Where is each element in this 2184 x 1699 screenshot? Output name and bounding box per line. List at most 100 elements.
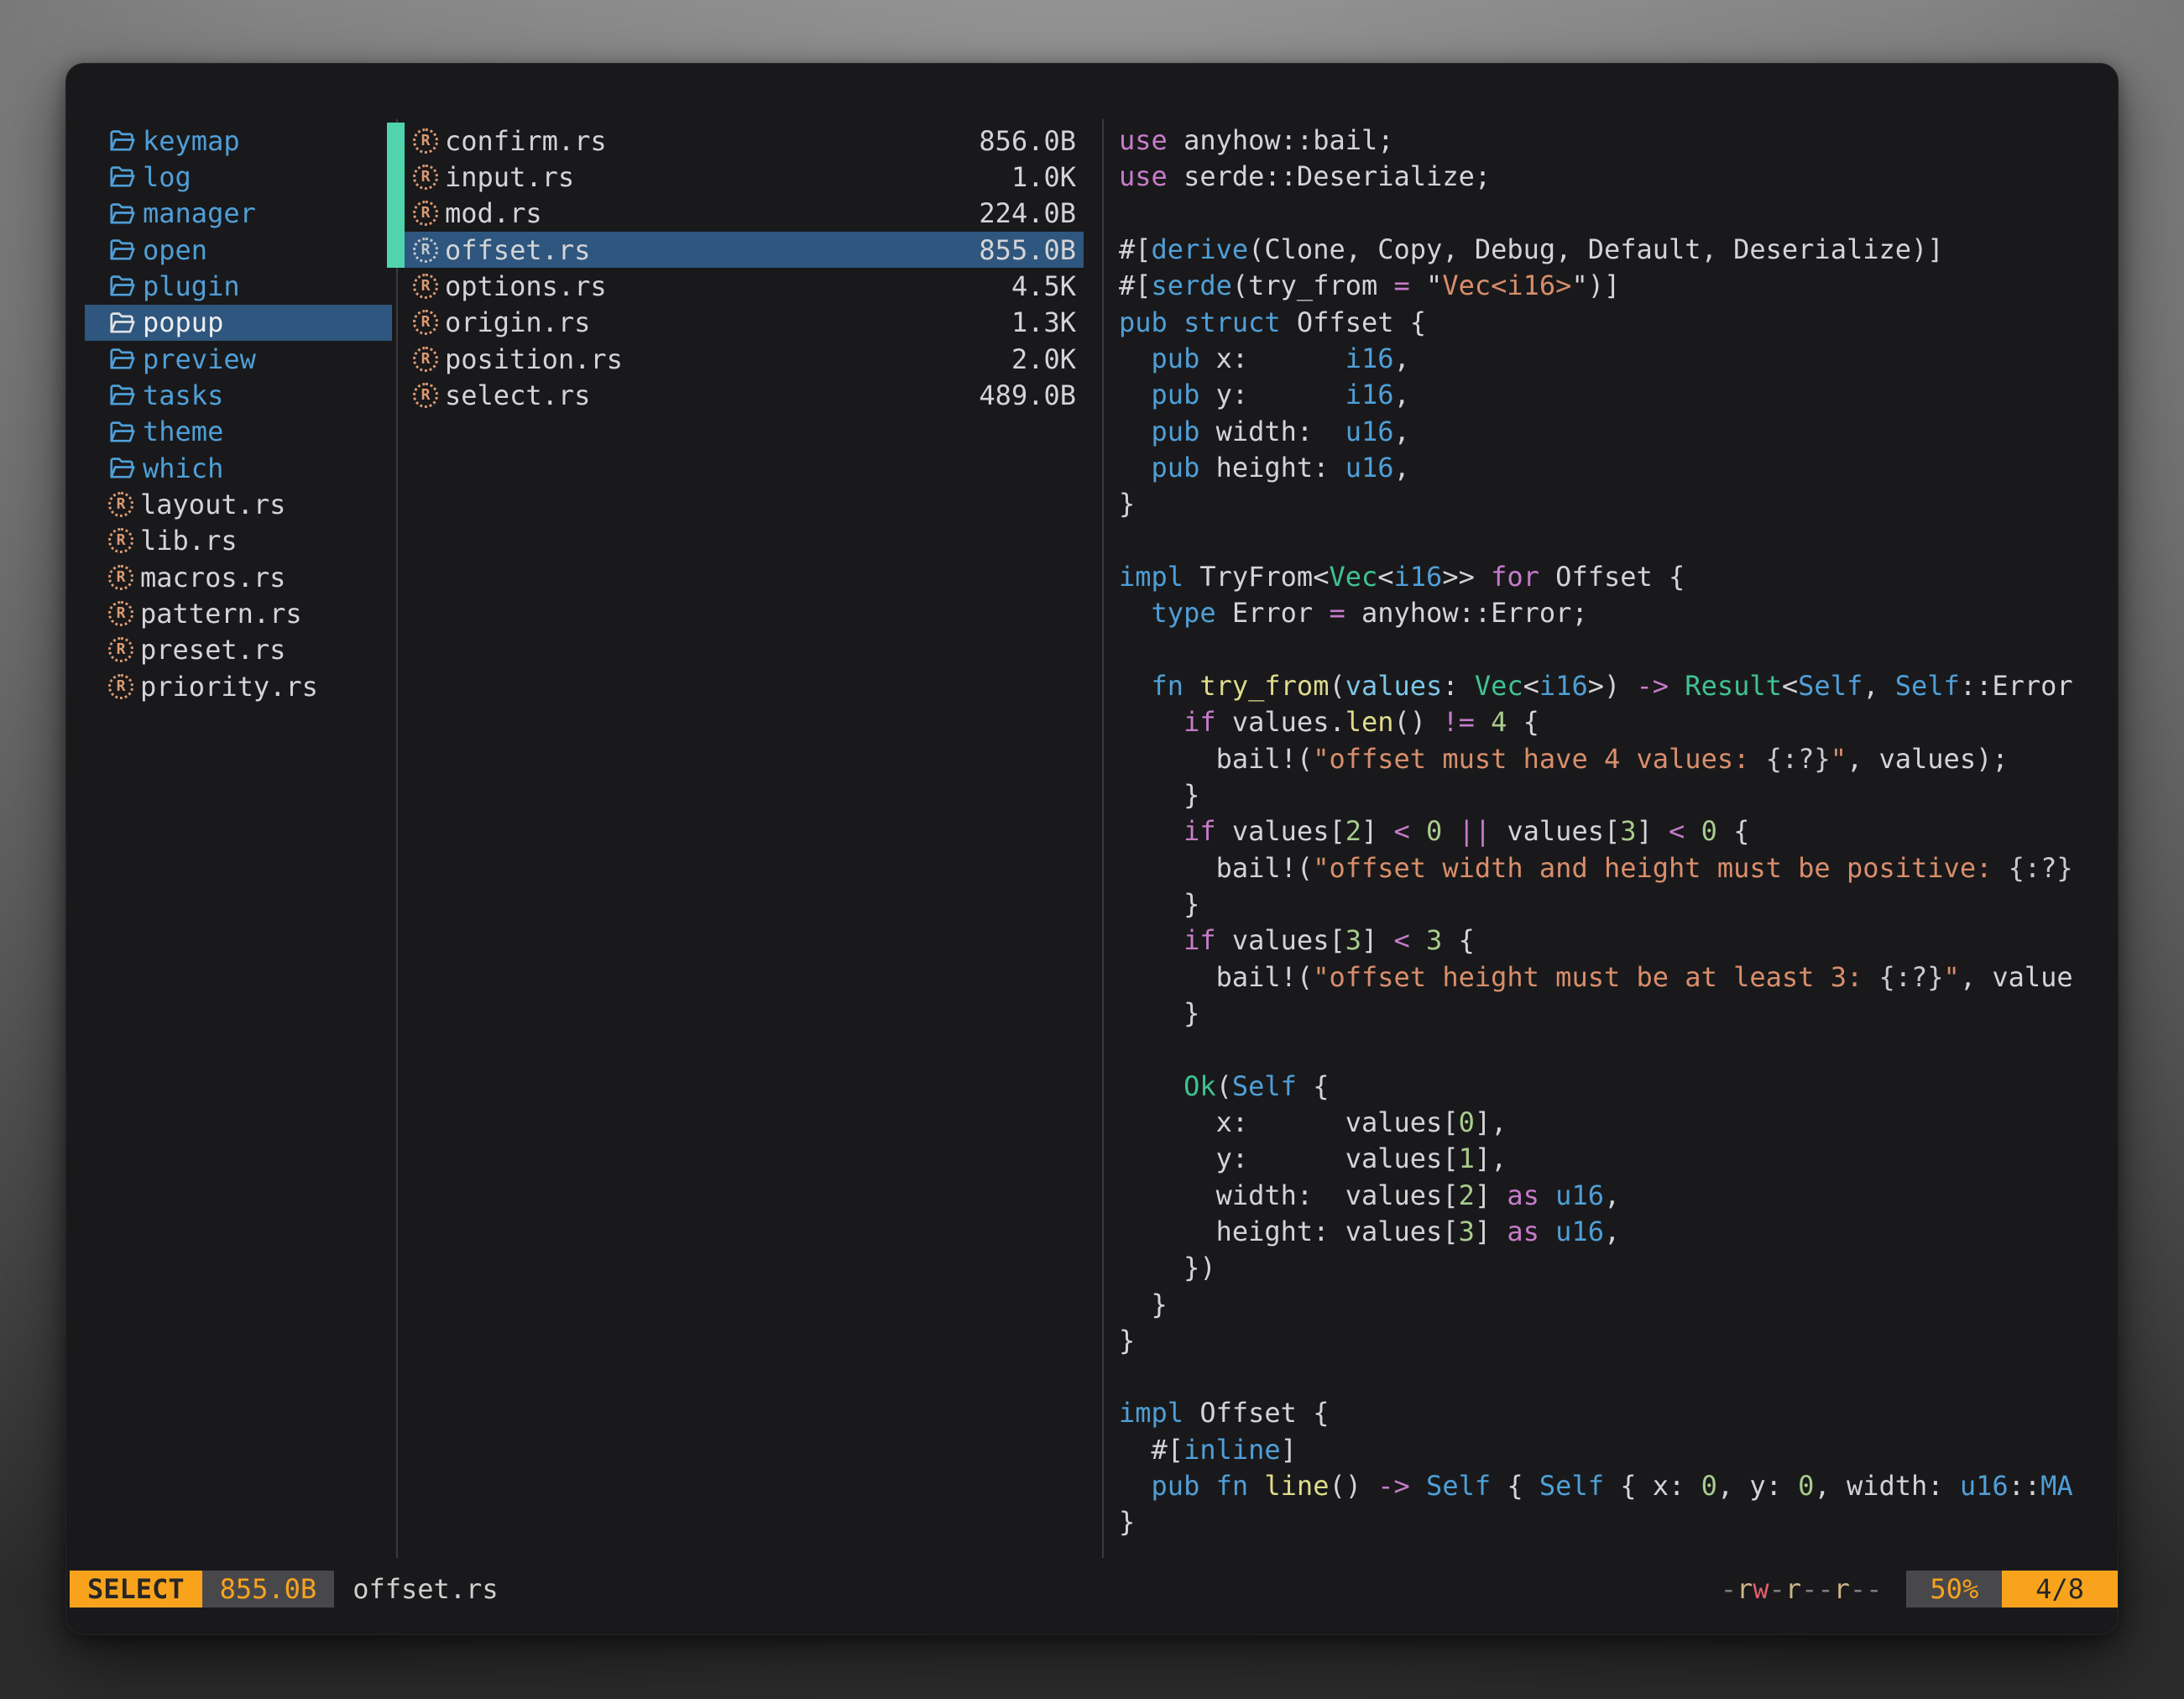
status-filename: offset.rs bbox=[353, 1571, 498, 1608]
file-row-offset-rs[interactable]: Roffset.rs855.0B bbox=[405, 232, 1084, 268]
sidebar-item-label: theme bbox=[143, 416, 223, 447]
file-size: 2.0K bbox=[1011, 343, 1076, 375]
sidebar-item-label: pattern.rs bbox=[140, 598, 302, 630]
sidebar-item-lib-rs[interactable]: Rlib.rs bbox=[85, 523, 392, 559]
code-line bbox=[1119, 523, 2114, 559]
sidebar-item-tasks[interactable]: tasks bbox=[85, 377, 392, 413]
sidebar-item-label: tasks bbox=[143, 379, 223, 411]
sidebar-item-label: which bbox=[143, 452, 223, 484]
file-name: position.rs bbox=[445, 343, 623, 375]
rust-file-icon: R bbox=[413, 165, 438, 190]
code-line: bail!("offset height must be at least 3:… bbox=[1119, 959, 2114, 996]
sidebar-item-label: plugin bbox=[143, 270, 240, 302]
rust-file-icon: R bbox=[413, 201, 438, 226]
file-size: 1.3K bbox=[1011, 306, 1076, 338]
file-name: input.rs bbox=[445, 161, 574, 193]
sidebar-item-label: preview bbox=[143, 343, 256, 375]
folder-icon bbox=[108, 273, 137, 299]
rust-file-icon: R bbox=[108, 601, 133, 626]
sidebar-item-label: layout.rs bbox=[140, 489, 285, 520]
sidebar-item-log[interactable]: log bbox=[85, 159, 392, 195]
file-row-position-rs[interactable]: Rposition.rs2.0K bbox=[405, 341, 1084, 377]
code-line: } bbox=[1119, 1504, 2114, 1540]
sidebar-item-label: keymap bbox=[143, 125, 240, 157]
sidebar-item-open[interactable]: open bbox=[85, 232, 392, 268]
sidebar-item-label: preset.rs bbox=[140, 634, 285, 666]
sidebar-item-preset-rs[interactable]: Rpreset.rs bbox=[85, 632, 392, 668]
sidebar-item-plugin[interactable]: plugin bbox=[85, 268, 392, 304]
code-line: } bbox=[1119, 777, 2114, 813]
code-line: type Error = anyhow::Error; bbox=[1119, 595, 2114, 631]
sidebar-item-label: lib.rs bbox=[140, 525, 238, 557]
code-line: if values[3] < 3 { bbox=[1119, 923, 2114, 959]
code-line: #[inline] bbox=[1119, 1432, 2114, 1468]
code-line: pub x: i16, bbox=[1119, 341, 2114, 377]
folder-icon bbox=[108, 419, 137, 445]
rust-file-icon: R bbox=[108, 528, 133, 553]
code-line: #[derive(Clone, Copy, Debug, Default, De… bbox=[1119, 232, 2114, 268]
rust-file-icon: R bbox=[108, 492, 133, 517]
code-line: } bbox=[1119, 886, 2114, 923]
code-line: } bbox=[1119, 996, 2114, 1032]
code-line bbox=[1119, 196, 2114, 232]
rust-file-icon: R bbox=[413, 383, 438, 408]
sidebar-item-label: log bbox=[143, 161, 191, 193]
pane-separator-left bbox=[396, 119, 398, 1558]
file-manager-window: keymap log manager open pluginpopuppreview ta… bbox=[65, 63, 2119, 1635]
code-line: pub fn line() -> Self { Self { x: 0, y: … bbox=[1119, 1468, 2114, 1504]
folder-icon bbox=[108, 310, 137, 336]
file-row-input-rs[interactable]: Rinput.rs 1.0K bbox=[405, 159, 1084, 195]
mode-badge: SELECT bbox=[70, 1571, 202, 1608]
sidebar-item-label: macros.rs bbox=[140, 562, 285, 593]
file-row-options-rs[interactable]: Roptions.rs4.5K bbox=[405, 268, 1084, 304]
file-row-select-rs[interactable]: Rselect.rs489.0B bbox=[405, 377, 1084, 413]
file-preview-pane: use anyhow::bail;use serde::Deserialize;… bbox=[1119, 123, 2114, 1541]
selected-size-badge: 855.0B bbox=[202, 1571, 335, 1608]
status-bar: SELECT 855.0B offset.rs -rw-r--r-- 50% 4… bbox=[70, 1571, 2118, 1608]
code-line: pub height: u16, bbox=[1119, 450, 2114, 486]
code-line: fn try_from(values: Vec<i16>) -> Result<… bbox=[1119, 668, 2114, 704]
cursor-position-badge: 4/8 bbox=[2002, 1571, 2118, 1608]
file-name: confirm.rs bbox=[445, 125, 607, 157]
file-row-confirm-rs[interactable]: Rconfirm.rs856.0B bbox=[405, 123, 1084, 159]
code-line: bail!("offset width and height must be p… bbox=[1119, 850, 2114, 886]
sidebar-item-manager[interactable]: manager bbox=[85, 196, 392, 232]
folder-icon bbox=[108, 201, 137, 227]
sidebar-item-label: manager bbox=[143, 197, 256, 229]
code-line: pub width: u16, bbox=[1119, 414, 2114, 450]
file-size: 4.5K bbox=[1011, 270, 1076, 302]
sidebar-item-keymap[interactable]: keymap bbox=[85, 123, 392, 159]
parent-directory-pane: keymap log manager open pluginpopuppreview ta… bbox=[66, 123, 396, 704]
code-line: impl Offset { bbox=[1119, 1395, 2114, 1431]
rust-file-icon: R bbox=[413, 238, 438, 263]
sidebar-item-label: priority.rs bbox=[140, 671, 318, 703]
sidebar-item-which[interactable]: which bbox=[85, 450, 392, 486]
folder-icon bbox=[108, 128, 137, 154]
code-line: x: values[0], bbox=[1119, 1105, 2114, 1141]
folder-icon bbox=[108, 382, 137, 408]
code-line: width: values[2] as u16, bbox=[1119, 1178, 2114, 1214]
sidebar-item-label: open bbox=[143, 234, 207, 266]
code-line: if values.len() != 4 { bbox=[1119, 704, 2114, 740]
sidebar-item-preview[interactable]: preview bbox=[85, 341, 392, 377]
code-line: if values[2] < 0 || values[3] < 0 { bbox=[1119, 813, 2114, 850]
sidebar-item-macros-rs[interactable]: Rmacros.rs bbox=[85, 559, 392, 595]
folder-icon bbox=[108, 164, 137, 190]
folder-icon bbox=[108, 237, 137, 263]
code-line bbox=[1119, 1359, 2114, 1395]
sidebar-item-pattern-rs[interactable]: Rpattern.rs bbox=[85, 595, 392, 631]
code-line: pub y: i16, bbox=[1119, 377, 2114, 413]
code-line: }) bbox=[1119, 1250, 2114, 1286]
code-line: height: values[3] as u16, bbox=[1119, 1214, 2114, 1250]
sidebar-item-layout-rs[interactable]: Rlayout.rs bbox=[85, 486, 392, 522]
file-row-mod-rs[interactable]: Rmod.rs224.0B bbox=[405, 196, 1084, 232]
sidebar-item-theme[interactable]: theme bbox=[85, 414, 392, 450]
file-size: 855.0B bbox=[979, 234, 1076, 266]
sidebar-item-popup[interactable]: popup bbox=[85, 305, 392, 341]
code-line: bail!("offset must have 4 values: {:?}",… bbox=[1119, 741, 2114, 777]
code-line: } bbox=[1119, 486, 2114, 522]
file-size: 1.0K bbox=[1011, 161, 1076, 193]
pane-separator-right bbox=[1102, 119, 1104, 1558]
file-row-origin-rs[interactable]: Rorigin.rs1.3K bbox=[405, 305, 1084, 341]
sidebar-item-priority-rs[interactable]: Rpriority.rs bbox=[85, 668, 392, 704]
